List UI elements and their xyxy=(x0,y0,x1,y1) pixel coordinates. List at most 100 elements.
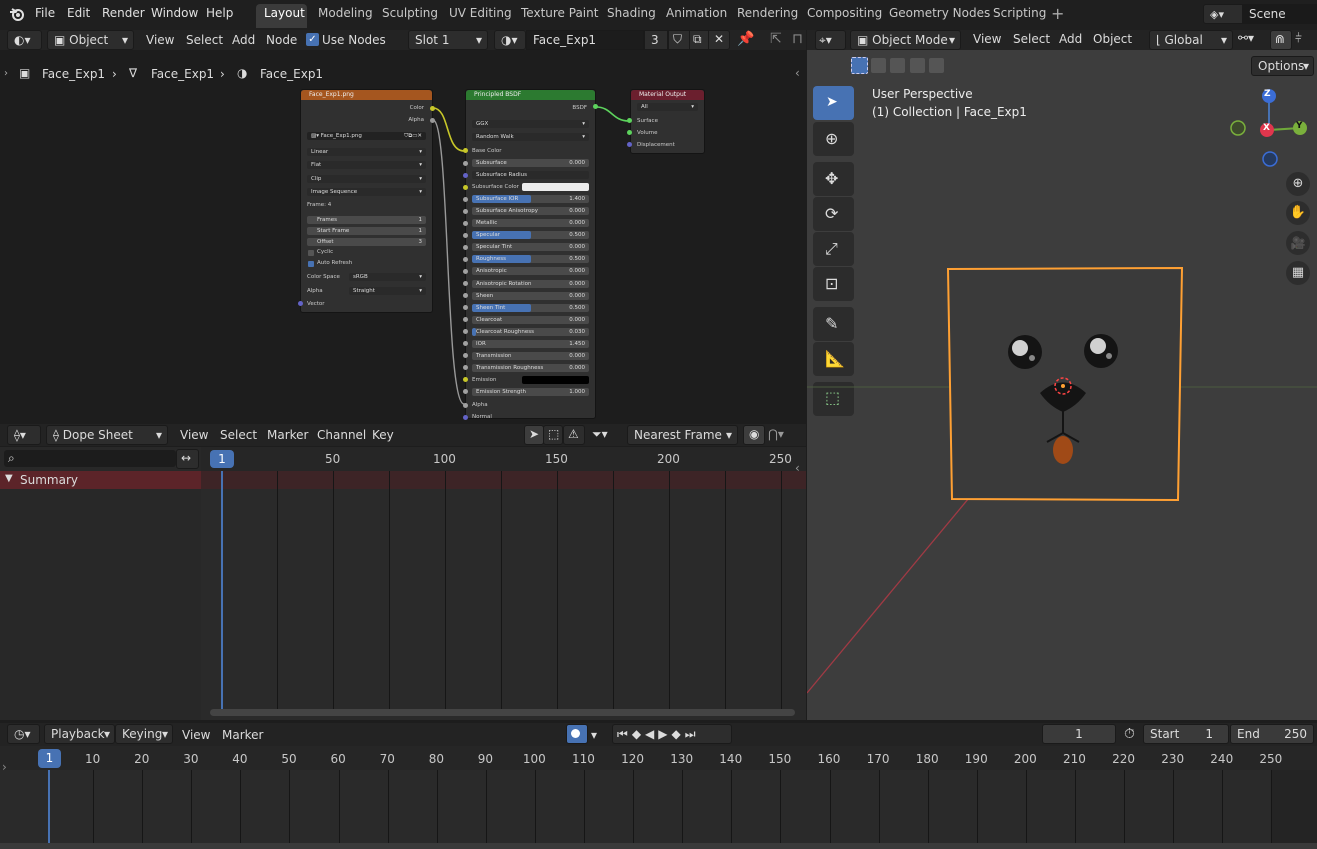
bsdf-input-row[interactable]: Transmission Roughness 0.000 xyxy=(472,363,589,372)
image-alpha-socket[interactable] xyxy=(430,118,435,123)
bsdf-input-row[interactable]: Emission Strength 1.000 xyxy=(472,387,589,396)
principled-bsdf-node[interactable]: Principled BSDF BSDF GGX ▾ Random Walk ▾ B… xyxy=(463,89,596,420)
bsdf-input-row[interactable]: Metallic 0.000 xyxy=(472,219,589,228)
interpolation-dropdown[interactable]: Linear ▾ xyxy=(307,148,426,156)
ds-playhead[interactable]: 1 xyxy=(210,450,234,468)
bsdf-input-row[interactable]: Roughness 0.500 xyxy=(472,255,589,264)
frames-field[interactable]: Frames 1 xyxy=(307,216,426,224)
bsdf-input-row[interactable]: Subsurface IOR 1.400 xyxy=(472,195,589,204)
ds-sidebar-toggle-icon[interactable]: ‹ xyxy=(795,461,800,475)
bsdf-input-socket[interactable] xyxy=(463,377,468,383)
play-reverse-icon[interactable]: ◀ xyxy=(645,727,658,741)
tab-geometry-nodes[interactable]: Geometry Nodes xyxy=(889,6,990,20)
viewport-editor-type-button[interactable]: ⌖▾ xyxy=(815,30,846,50)
playback-menu[interactable]: Playback ▾ xyxy=(44,724,115,744)
tab-scripting[interactable]: Scripting xyxy=(993,6,1046,20)
bsdf-input-socket[interactable] xyxy=(463,220,468,226)
vp-menu-add[interactable]: Add xyxy=(1059,32,1082,46)
timeline-editor-type-button[interactable]: ◷▾ xyxy=(7,724,40,744)
source-dropdown[interactable]: Image Sequence ▾ xyxy=(307,188,426,196)
bsdf-input-socket[interactable] xyxy=(463,305,468,311)
ds-menu-select[interactable]: Select xyxy=(220,428,257,442)
bsdf-input-row[interactable]: Anisotropic 0.000 xyxy=(472,267,589,276)
image-vector-socket[interactable] xyxy=(298,301,303,306)
bsdf-input-row[interactable]: Clearcoat 0.000 xyxy=(472,315,589,324)
tl-menu-marker[interactable]: Marker xyxy=(222,728,263,742)
proportional-edit-icon[interactable]: ◉ xyxy=(743,425,765,445)
prev-keyframe-icon[interactable]: ◆ xyxy=(632,727,645,741)
start-frame-field[interactable]: Start 1 xyxy=(1143,724,1229,744)
alpha-mode-dropdown[interactable]: Straight ▾ xyxy=(349,287,426,295)
scene-selector-button[interactable]: ◈▾ xyxy=(1203,4,1243,24)
bsdf-input-row[interactable]: Subsurface Anisotropy 0.000 xyxy=(472,207,589,216)
tl-region-toggle-icon[interactable]: › xyxy=(2,760,7,774)
bsdf-node-header[interactable]: Principled BSDF xyxy=(466,90,595,100)
material-output-node[interactable]: Material Output All ▾ Surface Volume Disp… xyxy=(630,89,705,154)
only-errors-icon[interactable]: ⚠ xyxy=(563,425,585,445)
swap-icon[interactable]: ↔ xyxy=(176,449,199,469)
orientation-dropdown[interactable]: ⌊ Global ▾ xyxy=(1149,30,1233,50)
scene-name-field[interactable]: Scene xyxy=(1242,4,1317,24)
mode-dropdown[interactable]: ▣ Object Mode ▾ xyxy=(850,30,961,50)
ds-menu-key[interactable]: Key xyxy=(372,428,394,442)
surface-socket[interactable] xyxy=(627,118,632,123)
jump-start-icon[interactable]: ⏮ xyxy=(617,727,632,741)
bsdf-input-socket[interactable] xyxy=(463,256,468,262)
vp-menu-select[interactable]: Select xyxy=(1013,32,1050,46)
summary-channel[interactable]: ▼ Summary xyxy=(0,471,201,489)
bsdf-input-socket[interactable] xyxy=(463,244,468,250)
bsdf-input-row[interactable]: Subsurface 0.000 xyxy=(472,159,589,167)
subsurface-method-dropdown[interactable]: Random Walk ▾ xyxy=(472,133,589,141)
bsdf-input-row[interactable]: Anisotropic Rotation 0.000 xyxy=(472,279,589,288)
only-selected-icon[interactable]: ➤ xyxy=(524,425,544,445)
bsdf-input-socket[interactable] xyxy=(463,414,468,420)
channel-search-input[interactable]: ⌕ xyxy=(4,450,176,467)
add-workspace-icon[interactable]: + xyxy=(1051,4,1064,23)
bsdf-input-socket[interactable] xyxy=(463,317,468,323)
bsdf-input-socket[interactable] xyxy=(463,232,468,238)
auto-keying-dropdown-icon[interactable]: ▾ xyxy=(591,728,597,742)
ds-menu-channel[interactable]: Channel xyxy=(317,428,366,442)
bsdf-input-socket[interactable] xyxy=(463,281,468,286)
tl-horizontal-scrollbar[interactable] xyxy=(0,843,1317,849)
falloff-curve-icon[interactable]: ⋂▾ xyxy=(768,427,784,441)
bsdf-input-row[interactable]: Sheen 0.000 xyxy=(472,291,589,300)
projection-dropdown[interactable]: Flat ▾ xyxy=(307,161,426,169)
bsdf-input-row[interactable]: Subsurface Radius xyxy=(472,171,589,180)
dopesheet-mode-dropdown[interactable]: ⟠ Dope Sheet ▾ xyxy=(46,425,168,445)
bsdf-input-socket[interactable] xyxy=(463,389,468,395)
auto-keying-icon[interactable] xyxy=(566,724,588,744)
image-selector[interactable]: ▨▾ Face_Exp1.png ⛉⧉▭✕ xyxy=(307,132,426,140)
ds-horizontal-scrollbar[interactable] xyxy=(210,709,795,716)
image-color-socket[interactable] xyxy=(430,106,435,111)
image-texture-node[interactable]: Face_Exp1.png Color Alpha ▨▾ Face_Exp1.p… xyxy=(300,89,433,313)
ds-menu-view[interactable]: View xyxy=(180,428,208,442)
end-frame-field[interactable]: End 250 xyxy=(1230,724,1314,744)
color-space-dropdown[interactable]: sRGB ▾ xyxy=(349,273,426,281)
bsdf-input-row[interactable]: Sheen Tint 0.500 xyxy=(472,303,589,312)
preview-range-icon[interactable]: ⏱ xyxy=(1124,726,1135,742)
ds-menu-marker[interactable]: Marker xyxy=(267,428,308,442)
filter-icon[interactable]: ⏷▾ xyxy=(592,427,608,442)
bsdf-input-row[interactable]: Specular 0.500 xyxy=(472,231,589,240)
bsdf-input-row[interactable]: IOR 1.450 xyxy=(472,339,589,348)
jump-end-icon[interactable]: ⏭ xyxy=(685,727,700,741)
keying-menu[interactable]: Keying ▾ xyxy=(115,724,173,744)
current-frame-field[interactable]: 1 xyxy=(1042,724,1116,744)
show-hidden-icon[interactable]: ⬚ xyxy=(543,425,563,445)
displacement-socket[interactable] xyxy=(627,142,632,147)
distribution-dropdown[interactable]: GGX ▾ xyxy=(472,120,589,128)
bsdf-input-socket[interactable] xyxy=(463,293,468,299)
auto-refresh-checkbox[interactable] xyxy=(308,261,314,267)
bsdf-input-socket[interactable] xyxy=(463,196,468,202)
offset-field[interactable]: Offset 3 xyxy=(307,238,426,246)
dopesheet-ruler[interactable] xyxy=(201,447,806,471)
bsdf-input-socket[interactable] xyxy=(463,160,468,166)
snap-mode-dropdown[interactable]: Nearest Frame ▾ xyxy=(627,425,738,445)
extension-dropdown[interactable]: Clip ▾ xyxy=(307,175,426,183)
output-target-dropdown[interactable]: All ▾ xyxy=(637,103,698,111)
snap-magnet-icon[interactable]: ⋒ xyxy=(1270,30,1292,50)
cyclic-checkbox[interactable] xyxy=(308,250,314,256)
bsdf-input-socket[interactable] xyxy=(463,208,468,214)
bsdf-input-socket[interactable] xyxy=(463,365,468,371)
